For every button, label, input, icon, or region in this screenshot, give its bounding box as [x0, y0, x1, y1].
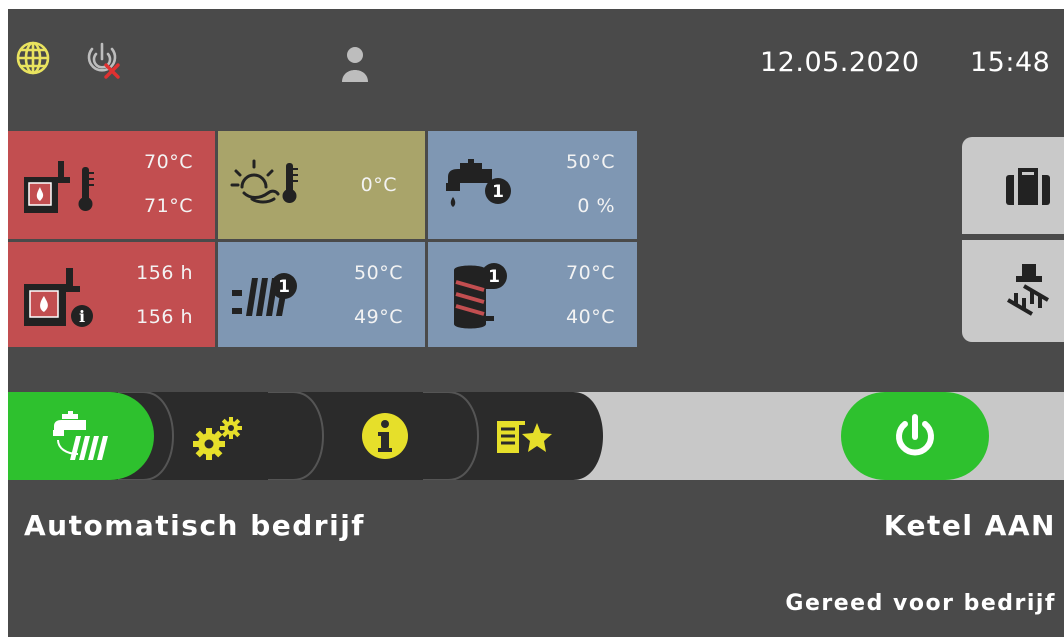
tile-buffer-tank[interactable]: 1 70°C 40°C	[428, 242, 637, 347]
tile-outdoor-temperature[interactable]: 0°C	[218, 131, 425, 239]
radiator-circuit-1-icon: 1	[230, 270, 310, 326]
boiler-info-icon: i	[22, 264, 102, 334]
time-display: 15:48	[970, 47, 1051, 78]
buffer-tank-top: 70°C	[566, 262, 615, 284]
tab-automatic-mode[interactable]	[8, 392, 154, 480]
heating-circuit-target: 50°C	[354, 262, 403, 284]
svg-text:i: i	[79, 307, 85, 326]
outdoor-temp-value: 0°C	[360, 174, 397, 196]
main-screen: 12.05.2020 15:48 70°C 71°C 0°C 1 50°C 0 …	[8, 9, 1064, 637]
hot-water-temp: 50°C	[566, 151, 615, 173]
boiler-state-label: Ketel AAN	[883, 509, 1056, 542]
svg-text:1: 1	[278, 277, 290, 297]
svg-text:1: 1	[492, 182, 504, 202]
buffer-tank-bottom: 40°C	[566, 306, 615, 328]
boiler-hours-bottom: 156 h	[136, 306, 193, 328]
navigation-bar	[8, 392, 1064, 480]
boiler-temp-actual: 71°C	[144, 195, 193, 217]
globe-icon[interactable]	[15, 40, 51, 76]
tap-circuit-1-icon: 1	[442, 155, 522, 219]
hot-water-percent: 0 %	[577, 195, 615, 217]
power-icon	[892, 413, 938, 463]
remote-disabled-icon[interactable]	[82, 39, 122, 79]
list-star-icon[interactable]	[495, 419, 555, 459]
tile-hot-water[interactable]: 1 50°C 0 %	[428, 131, 637, 239]
user-icon[interactable]	[339, 44, 371, 84]
outdoor-sun-thermometer-icon	[230, 157, 320, 213]
info-icon[interactable]	[361, 412, 409, 464]
heating-circuit-actual: 49°C	[354, 306, 403, 328]
gears-icon[interactable]	[191, 416, 249, 464]
power-button[interactable]	[841, 392, 989, 480]
tile-boiler-temperature[interactable]: 70°C 71°C	[8, 131, 215, 239]
svg-text:1: 1	[488, 267, 500, 287]
chimney-sweep-button[interactable]	[962, 240, 1064, 342]
ready-status-text: Gereed voor bedrijf	[785, 591, 1056, 616]
tile-heating-circuit[interactable]: 1 50°C 49°C	[218, 242, 425, 347]
holiday-button[interactable]	[962, 137, 1064, 234]
tank-1-icon: 1	[446, 260, 526, 336]
boiler-hours-top: 156 h	[136, 262, 193, 284]
boiler-temp-target: 70°C	[144, 151, 193, 173]
tap-radiator-icon	[52, 410, 112, 468]
tile-boiler-hours[interactable]: i 156 h 156 h	[8, 242, 215, 347]
chimney-sweep-icon	[1002, 260, 1058, 320]
boiler-thermometer-icon	[22, 157, 102, 221]
mode-label: Automatisch bedrijf	[24, 509, 365, 542]
date-display: 12.05.2020	[760, 47, 920, 78]
suitcase-icon	[1004, 167, 1052, 211]
